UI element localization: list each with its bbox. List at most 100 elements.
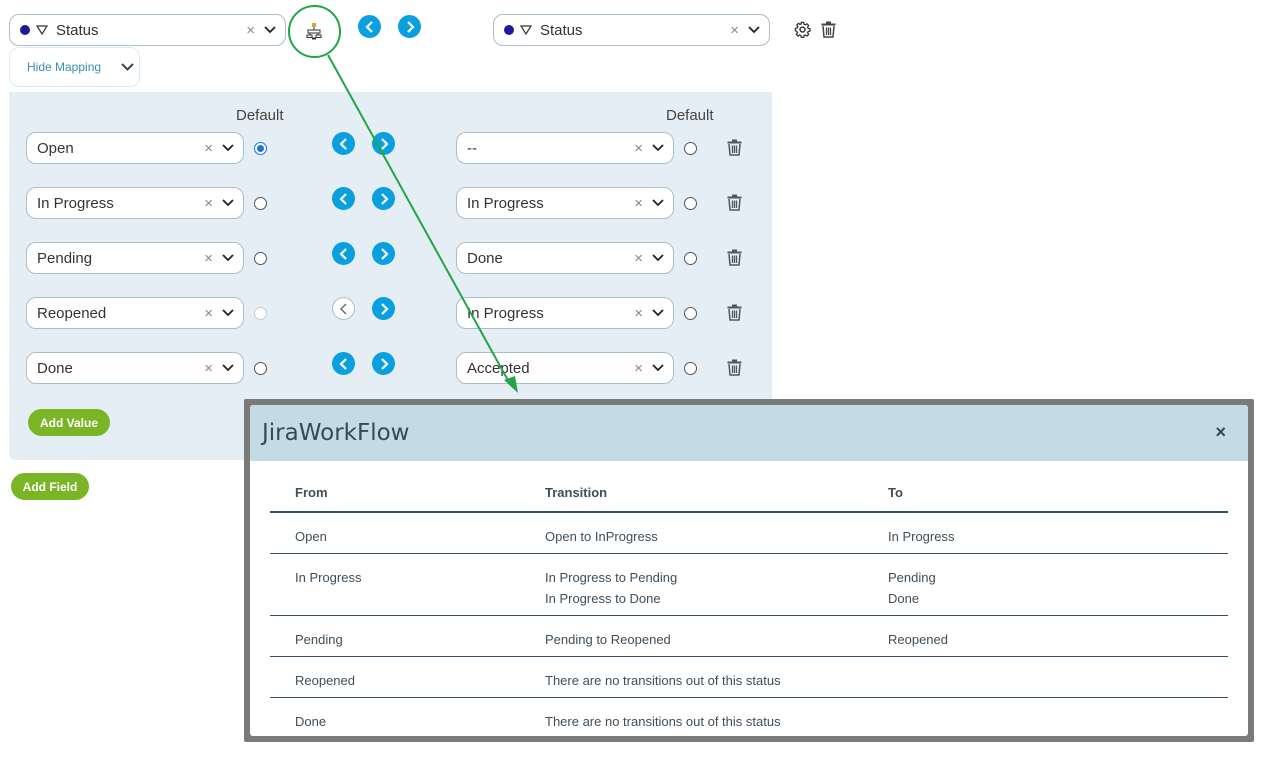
target-value: -- bbox=[467, 139, 477, 157]
source-value-select[interactable]: Open × bbox=[26, 132, 244, 164]
clear-icon[interactable]: × bbox=[204, 305, 213, 322]
source-default-radio[interactable] bbox=[254, 197, 267, 210]
delete-value-button[interactable] bbox=[727, 304, 743, 322]
source-field-value: Status bbox=[56, 21, 99, 39]
target-value: Accepted bbox=[467, 359, 530, 377]
target-default-radio[interactable] bbox=[684, 252, 697, 265]
gear-icon bbox=[794, 21, 811, 39]
chevron-down-icon[interactable] bbox=[221, 196, 235, 210]
chevron-down-icon[interactable] bbox=[651, 196, 665, 210]
clear-icon[interactable]: × bbox=[634, 250, 643, 267]
chevron-left-icon bbox=[338, 192, 347, 205]
workflow-table-row: Done There are no transitions out of thi… bbox=[270, 697, 1228, 736]
prev-value-button[interactable] bbox=[332, 242, 355, 265]
chevron-right-icon bbox=[380, 247, 389, 260]
next-value-button[interactable] bbox=[372, 352, 395, 375]
chevron-down-icon[interactable] bbox=[651, 361, 665, 375]
delete-value-button[interactable] bbox=[727, 249, 743, 267]
prev-value-button[interactable] bbox=[332, 132, 355, 155]
source-default-radio[interactable] bbox=[254, 307, 267, 320]
chevron-down-icon[interactable] bbox=[747, 23, 761, 37]
chevron-down-icon[interactable] bbox=[651, 141, 665, 155]
top-next-button[interactable] bbox=[398, 15, 421, 38]
next-value-button[interactable] bbox=[372, 187, 395, 210]
clear-icon[interactable]: × bbox=[204, 360, 213, 377]
delete-value-button[interactable] bbox=[727, 139, 743, 157]
next-value-button[interactable] bbox=[372, 242, 395, 265]
chevron-down-icon[interactable] bbox=[263, 23, 277, 37]
target-value-select[interactable]: Done × bbox=[456, 242, 674, 274]
target-default-radio[interactable] bbox=[684, 197, 697, 210]
transition-cell: In Progress to Pending In Progress to Don… bbox=[520, 553, 863, 616]
prev-value-button[interactable] bbox=[332, 187, 355, 210]
target-value-select[interactable]: In Progress × bbox=[456, 297, 674, 329]
target-value-select[interactable]: Accepted × bbox=[456, 352, 674, 384]
target-value-select[interactable]: In Progress × bbox=[456, 187, 674, 219]
workflow-diagram-icon bbox=[306, 23, 322, 40]
clear-icon[interactable]: × bbox=[634, 305, 643, 322]
source-field-select[interactable]: Status × bbox=[9, 14, 286, 46]
chevron-down-icon[interactable] bbox=[651, 306, 665, 320]
target-field-select[interactable]: Status × bbox=[493, 14, 770, 46]
source-value: Reopened bbox=[37, 304, 107, 322]
from-cell: Pending bbox=[270, 615, 520, 657]
add-value-button[interactable]: Add Value bbox=[28, 409, 110, 436]
from-cell: Reopened bbox=[270, 656, 520, 698]
to-cell bbox=[863, 697, 1228, 736]
from-cell: In Progress bbox=[270, 553, 520, 616]
chevron-down-icon[interactable] bbox=[221, 361, 235, 375]
source-default-radio[interactable] bbox=[254, 252, 267, 265]
next-value-button[interactable] bbox=[372, 132, 395, 155]
clear-icon[interactable]: × bbox=[730, 22, 739, 39]
transition-cell: Open to InProgress bbox=[520, 512, 863, 554]
next-value-button[interactable] bbox=[372, 297, 395, 320]
target-default-radio[interactable] bbox=[684, 142, 697, 155]
chevron-down-icon[interactable] bbox=[651, 251, 665, 265]
clear-icon[interactable]: × bbox=[204, 250, 213, 267]
source-value: Done bbox=[37, 359, 73, 377]
target-field-value: Status bbox=[540, 21, 583, 39]
to-status-text: Done bbox=[888, 591, 920, 606]
chevron-right-icon bbox=[380, 192, 389, 205]
clear-icon[interactable]: × bbox=[634, 140, 643, 157]
source-value-select[interactable]: In Progress × bbox=[26, 187, 244, 219]
clear-icon[interactable]: × bbox=[204, 140, 213, 157]
from-status-text: In Progress bbox=[295, 570, 362, 585]
settings-button[interactable] bbox=[794, 21, 811, 43]
from-cell: Open bbox=[270, 512, 520, 554]
workflow-table-header: From Transition To bbox=[270, 475, 1228, 513]
workflow-button[interactable] bbox=[297, 17, 331, 45]
hide-mapping-toggle[interactable]: Hide Mapping bbox=[9, 47, 140, 87]
target-default-radio[interactable] bbox=[684, 362, 697, 375]
delete-value-button[interactable] bbox=[727, 359, 743, 377]
source-value-select[interactable]: Pending × bbox=[26, 242, 244, 274]
target-default-radio[interactable] bbox=[684, 307, 697, 320]
clear-icon[interactable]: × bbox=[634, 195, 643, 212]
source-value-select[interactable]: Done × bbox=[26, 352, 244, 384]
chevron-left-icon bbox=[338, 137, 347, 150]
close-icon[interactable]: × bbox=[1215, 422, 1226, 443]
chevron-left-icon bbox=[364, 20, 373, 33]
trash-icon bbox=[727, 139, 742, 156]
transition-cell: Pending to Reopened bbox=[520, 615, 863, 657]
to-cell: In Progress bbox=[863, 512, 1228, 554]
prev-value-button[interactable] bbox=[332, 352, 355, 375]
clear-icon[interactable]: × bbox=[204, 195, 213, 212]
chevron-down-icon[interactable] bbox=[221, 251, 235, 265]
delete-value-button[interactable] bbox=[727, 194, 743, 212]
chevron-down-icon[interactable] bbox=[221, 306, 235, 320]
source-default-radio[interactable] bbox=[254, 362, 267, 375]
prev-value-button[interactable] bbox=[332, 297, 355, 320]
add-field-button[interactable]: Add Field bbox=[11, 473, 89, 500]
delete-field-button[interactable] bbox=[821, 21, 836, 43]
clear-icon[interactable]: × bbox=[246, 22, 255, 39]
chevron-down-icon[interactable] bbox=[221, 141, 235, 155]
workflow-table-row: Reopened There are no transitions out of… bbox=[270, 656, 1228, 698]
source-default-radio[interactable] bbox=[254, 142, 267, 155]
chevron-right-icon bbox=[406, 20, 415, 33]
transition-cell: There are no transitions out of this sta… bbox=[520, 656, 863, 698]
clear-icon[interactable]: × bbox=[634, 360, 643, 377]
source-value-select[interactable]: Reopened × bbox=[26, 297, 244, 329]
top-prev-button[interactable] bbox=[358, 15, 381, 38]
target-value-select[interactable]: -- × bbox=[456, 132, 674, 164]
